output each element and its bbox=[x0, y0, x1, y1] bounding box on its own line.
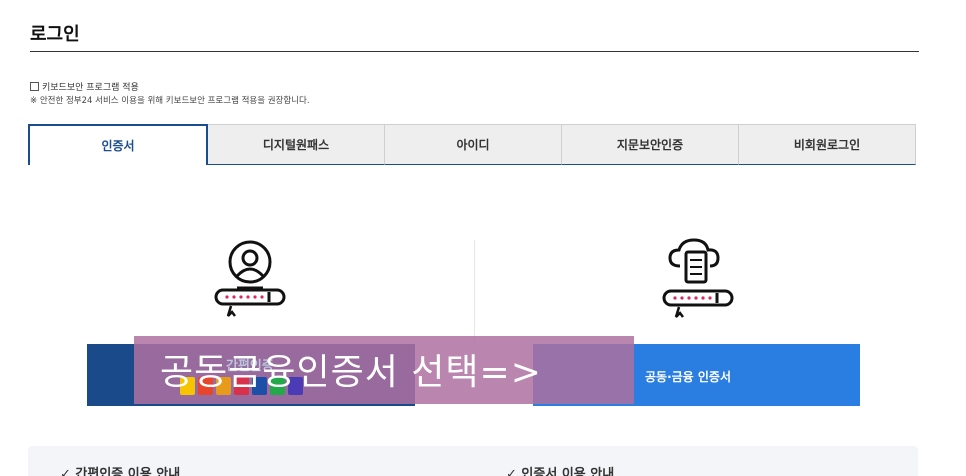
keyboard-security-notice: ※ 안전한 정부24 서비스 이용을 위해 키보드보안 프로그램 적용을 권장합… bbox=[30, 96, 310, 106]
tab-guest-login[interactable]: 비회원로그인 bbox=[739, 124, 916, 165]
check-icon: ✓ bbox=[60, 467, 76, 476]
cert-guide-title: 인증서 이용 안내 bbox=[521, 467, 615, 476]
tab-certificate[interactable]: 인증서 bbox=[28, 124, 208, 165]
page-title: 로그인 bbox=[30, 24, 80, 45]
tab-id[interactable]: 아이디 bbox=[385, 124, 562, 165]
user-password-icon bbox=[214, 240, 286, 317]
simple-auth-guide[interactable]: ✓ 간편인증 이용 안내 bbox=[60, 463, 180, 476]
check-icon: ✓ bbox=[506, 467, 522, 476]
title-divider bbox=[30, 51, 919, 52]
simple-auth-guide-title: 간편인증 이용 안내 bbox=[75, 467, 181, 476]
keyboard-security-option[interactable]: 키보드보안 프로그램 적용 bbox=[30, 80, 139, 93]
cloud-server-password-icon bbox=[662, 238, 734, 318]
keyboard-security-label: 키보드보안 프로그램 적용 bbox=[42, 83, 139, 93]
keyboard-security-checkbox[interactable] bbox=[30, 82, 39, 91]
tab-fingerprint[interactable]: 지문보안인증 bbox=[562, 124, 739, 165]
login-method-tabs: 인증서 디지털원패스 아이디 지문보안인증 비회원로그인 bbox=[28, 124, 916, 165]
cert-guide[interactable]: ✓ 인증서 이용 안내 bbox=[506, 463, 614, 476]
option-divider bbox=[474, 240, 475, 344]
annotation-overlay-text: 공동금융인증서 선택=> bbox=[160, 352, 542, 393]
tab-digital-onepass[interactable]: 디지털원패스 bbox=[208, 124, 385, 165]
joint-financial-cert-label: 공동·금융 인증서 bbox=[645, 370, 732, 384]
